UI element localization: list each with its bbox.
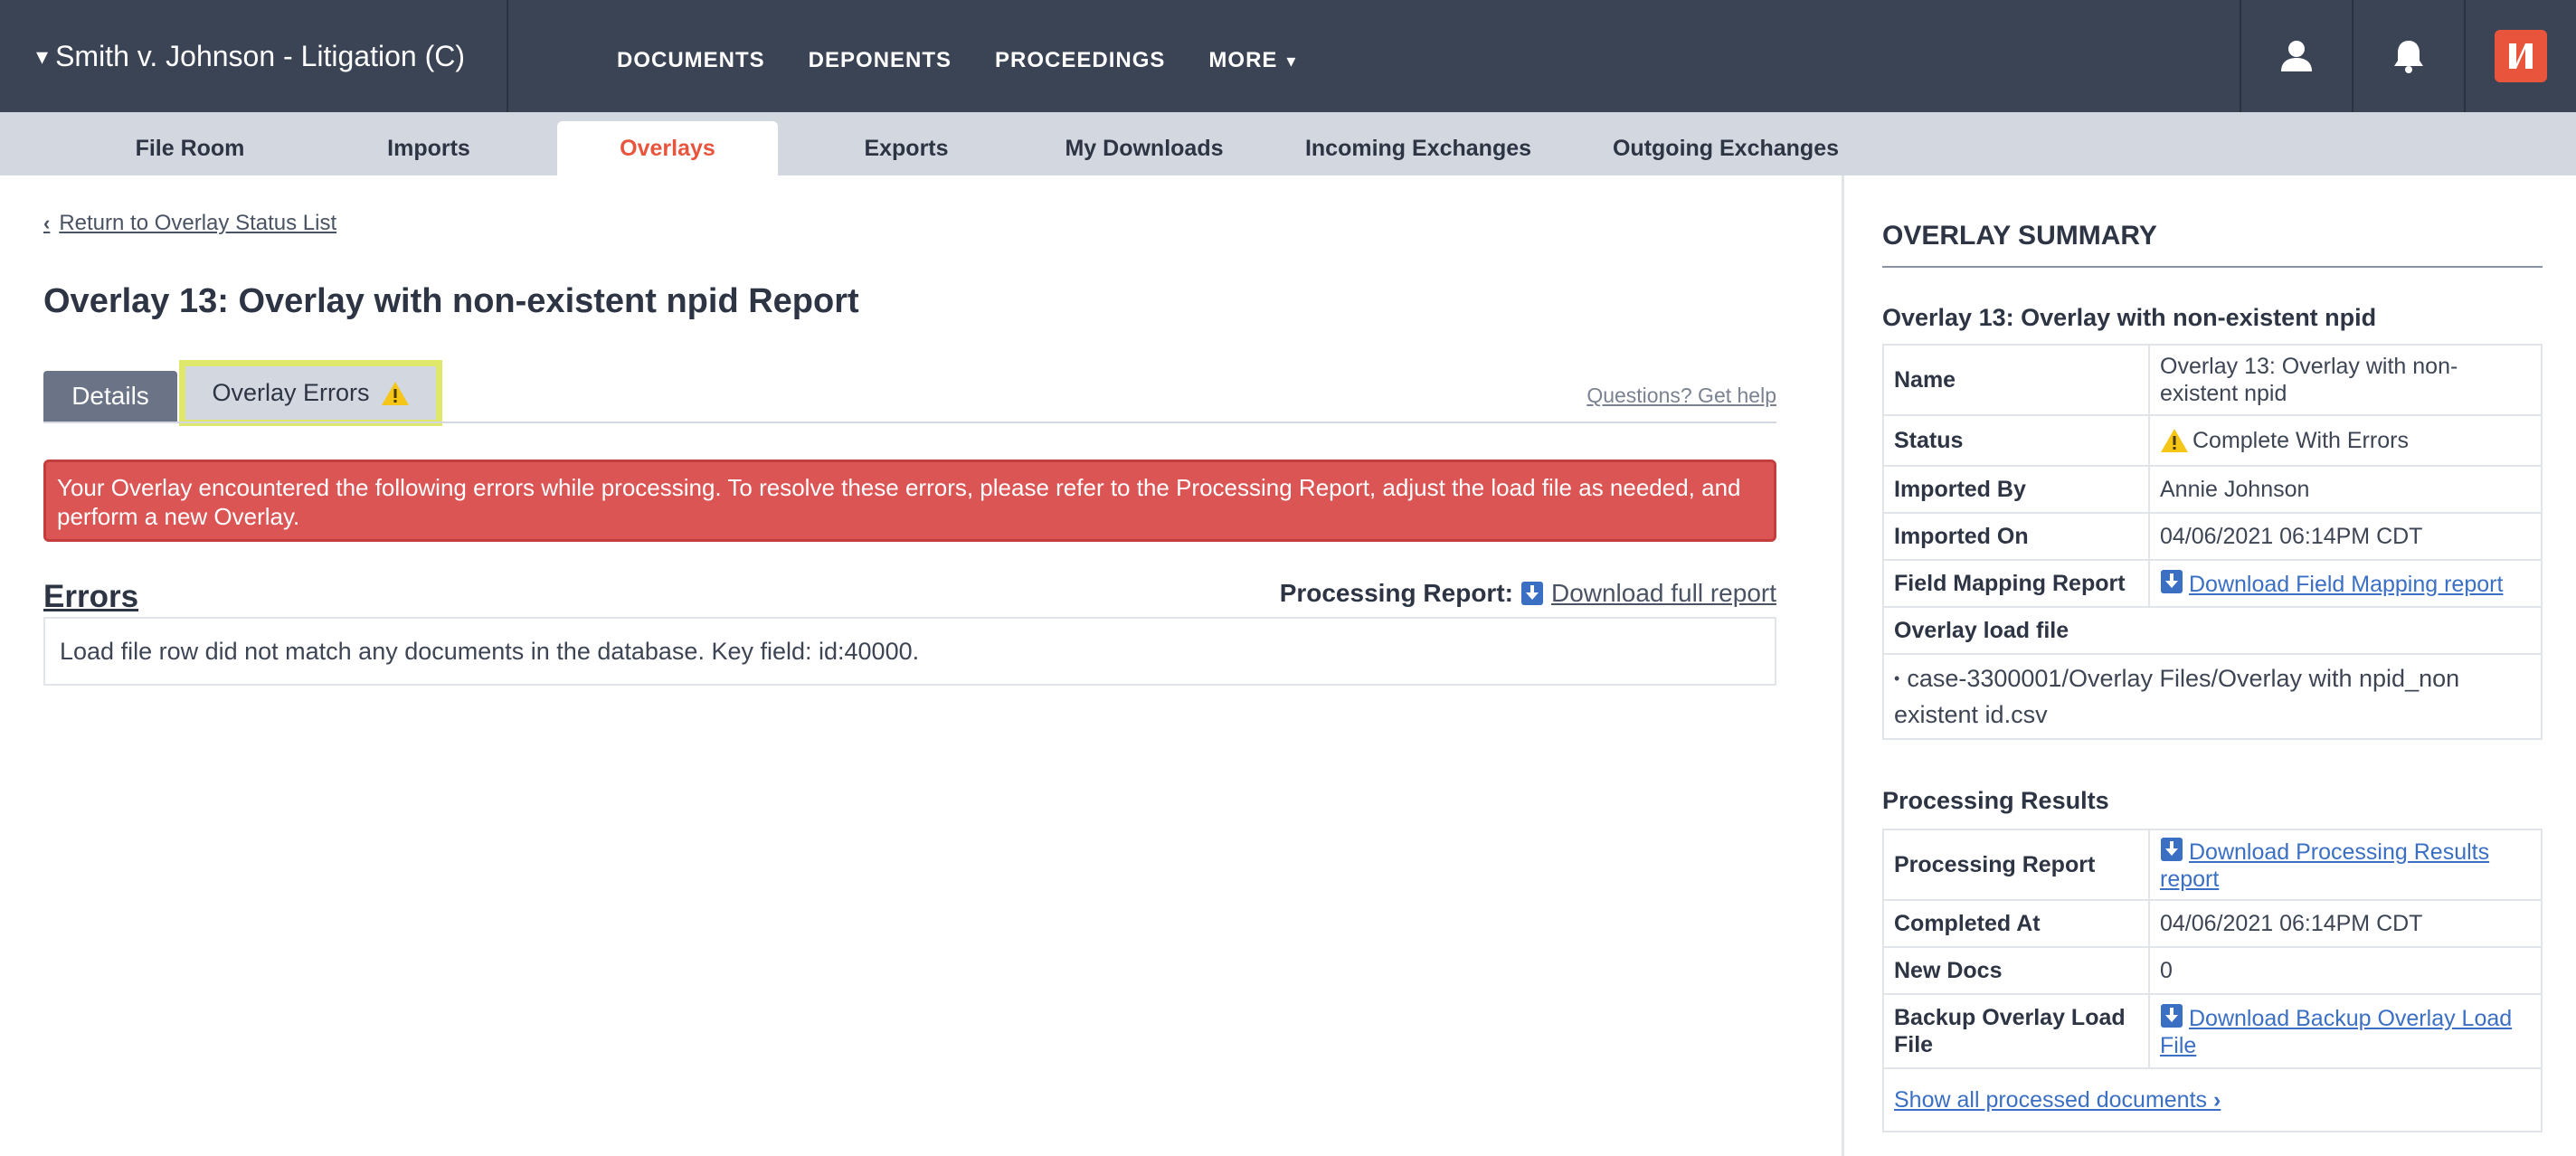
- nav-deponents[interactable]: DEPONENTS: [809, 48, 952, 73]
- table-row: Name Overlay 13: Overlay with non-existe…: [1882, 344, 2543, 416]
- name-value: Overlay 13: Overlay with non-existent np…: [2148, 344, 2543, 416]
- overlay-summary-panel: OVERLAY SUMMARY Overlay 13: Overlay with…: [1842, 175, 2576, 1156]
- tab-exports[interactable]: Exports: [814, 121, 999, 175]
- error-alert: Your Overlay encountered the following e…: [43, 460, 1776, 542]
- name-label: Name: [1882, 344, 2150, 416]
- table-row: Backup Overlay Load File Download Backup…: [1882, 993, 2543, 1069]
- show-all-processed-link[interactable]: Show all processed documents ›: [1894, 1087, 2221, 1113]
- app-logo-button[interactable]: [2466, 0, 2576, 112]
- new-docs-label: New Docs: [1882, 946, 2150, 995]
- user-profile-button[interactable]: [2241, 0, 2352, 112]
- show-all-processed-label: Show all processed documents: [1894, 1087, 2208, 1113]
- table-row: Imported By Annie Johnson: [1882, 465, 2543, 514]
- new-docs-value: 0: [2148, 946, 2543, 995]
- chevron-right-icon: ›: [2212, 1087, 2221, 1113]
- download-backup-load-file-link[interactable]: Download Backup Overlay Load File: [2160, 1006, 2512, 1058]
- imported-by-label: Imported By: [1882, 465, 2150, 514]
- get-help-link[interactable]: Questions? Get help: [1586, 384, 1776, 408]
- case-dropdown-caret-icon: ▾: [36, 42, 49, 70]
- table-row: • case-3300001/Overlay Files/Overlay with…: [1882, 653, 2543, 740]
- tab-overlay-errors[interactable]: Overlay Errors: [179, 360, 442, 426]
- errors-heading: Errors: [43, 579, 139, 614]
- nav-proceedings[interactable]: PROCEEDINGS: [995, 48, 1165, 73]
- processing-results-table: Processing Report Download Processing Re…: [1882, 829, 2543, 1132]
- page-title: Overlay 13: Overlay with non-existent np…: [43, 282, 859, 320]
- chevron-left-icon: ‹: [43, 212, 51, 234]
- table-row: Status Complete With Errors: [1882, 414, 2543, 467]
- chevron-down-icon: ▾: [1286, 51, 1297, 71]
- return-link[interactable]: ‹ Return to Overlay Status List: [43, 211, 336, 236]
- status-cell: Complete With Errors: [2148, 414, 2543, 467]
- table-row: Imported On 04/06/2021 06:14PM CDT: [1882, 512, 2543, 561]
- load-file-cell: • case-3300001/Overlay Files/Overlay with…: [1882, 653, 2543, 740]
- summary-divider: [1882, 266, 2543, 268]
- tab-imports[interactable]: Imports: [338, 121, 519, 175]
- overlay-details-table: Name Overlay 13: Overlay with non-existe…: [1882, 344, 2543, 740]
- case-selector[interactable]: ▾ Smith v. Johnson - Litigation (C): [36, 0, 465, 112]
- load-file-value: case-3300001/Overlay Files/Overlay with …: [1894, 665, 2460, 728]
- tab-file-room[interactable]: File Room: [99, 121, 280, 175]
- table-row: Processing Report Download Processing Re…: [1882, 829, 2543, 901]
- backup-load-file-cell: Download Backup Overlay Load File: [2148, 993, 2543, 1069]
- download-field-mapping-link[interactable]: Download Field Mapping report: [2189, 572, 2503, 597]
- warning-icon: [2161, 429, 2188, 452]
- warning-icon: [381, 381, 409, 405]
- processing-report-cell: Download Processing Results report: [2148, 829, 2543, 901]
- load-file-label: Overlay load file: [1882, 606, 2543, 655]
- nav-more[interactable]: MORE ▾: [1208, 48, 1296, 73]
- imported-on-label: Imported On: [1882, 512, 2150, 561]
- processing-report-label: Processing Report:: [1279, 579, 1513, 607]
- field-mapping-cell: Download Field Mapping report: [2148, 559, 2543, 608]
- user-icon: [2281, 41, 2312, 71]
- brand-logo-icon: [2495, 30, 2547, 82]
- tabs-divider: [43, 422, 1776, 423]
- error-list: Load file row did not match any document…: [43, 617, 1776, 686]
- return-link-label: Return to Overlay Status List: [59, 211, 337, 235]
- field-mapping-label: Field Mapping Report: [1882, 559, 2150, 608]
- completed-at-label: Completed At: [1882, 899, 2150, 948]
- download-full-report-link[interactable]: Download full report: [1551, 579, 1776, 608]
- completed-at-value: 04/06/2021 06:14PM CDT: [2148, 899, 2543, 948]
- tab-outgoing-exchanges[interactable]: Outgoing Exchanges: [1588, 121, 1863, 175]
- status-value: Complete With Errors: [2192, 428, 2409, 453]
- bell-icon: [2394, 41, 2423, 73]
- nav-documents[interactable]: DOCUMENTS: [617, 48, 765, 73]
- sub-nav: File Room Imports Overlays Exports My Do…: [0, 112, 2576, 175]
- tab-overlay-errors-label: Overlay Errors: [212, 379, 370, 406]
- bullet: •: [1894, 669, 1900, 687]
- download-icon: [2161, 838, 2183, 861]
- main-nav: DOCUMENTS DEPONENTS PROCEEDINGS MORE ▾: [617, 0, 1340, 121]
- status-label: Status: [1882, 414, 2150, 467]
- show-all-cell: Show all processed documents ›: [1882, 1067, 2543, 1132]
- divider: [507, 0, 508, 112]
- table-row: New Docs 0: [1882, 946, 2543, 995]
- tab-incoming-exchanges[interactable]: Incoming Exchanges: [1284, 121, 1552, 175]
- download-icon: [1520, 582, 1543, 605]
- imported-by-value: Annie Johnson: [2148, 465, 2543, 514]
- case-title: Smith v. Johnson - Litigation (C): [55, 39, 465, 72]
- download-icon: [2161, 570, 2183, 593]
- imported-on-value: 04/06/2021 06:14PM CDT: [2148, 512, 2543, 561]
- overlay-name-heading: Overlay 13: Overlay with non-existent np…: [1882, 304, 2377, 331]
- tab-overlays[interactable]: Overlays: [557, 121, 778, 175]
- notifications-button[interactable]: [2353, 0, 2464, 112]
- download-processing-results-link[interactable]: Download Processing Results report: [2160, 839, 2489, 892]
- summary-title: OVERLAY SUMMARY: [1882, 221, 2157, 251]
- processing-report: Processing Report: Download full report: [1280, 579, 1776, 608]
- tab-details[interactable]: Details: [43, 371, 177, 422]
- table-row: Overlay load file: [1882, 606, 2543, 655]
- nav-more-label: MORE: [1208, 48, 1278, 72]
- table-row: Field Mapping Report Download Field Mapp…: [1882, 559, 2543, 608]
- error-row: Load file row did not match any document…: [60, 637, 920, 665]
- download-icon: [2161, 1004, 2183, 1028]
- processing-results-heading: Processing Results: [1882, 787, 2109, 814]
- table-row: Completed At 04/06/2021 06:14PM CDT: [1882, 899, 2543, 948]
- top-bar: ▾ Smith v. Johnson - Litigation (C) DOCU…: [0, 0, 2576, 112]
- tab-my-downloads[interactable]: My Downloads: [1040, 121, 1248, 175]
- backup-load-file-label: Backup Overlay Load File: [1882, 993, 2150, 1069]
- processing-report-label: Processing Report: [1882, 829, 2150, 901]
- table-row: Show all processed documents ›: [1882, 1067, 2543, 1132]
